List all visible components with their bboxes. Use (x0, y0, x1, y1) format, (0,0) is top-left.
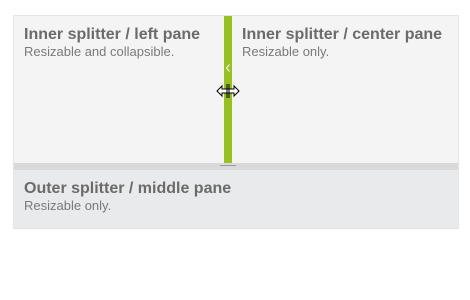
left-pane-title: Inner splitter / left pane (24, 26, 201, 43)
center-pane-title: Inner splitter / center pane (242, 26, 443, 43)
chevron-left-icon[interactable] (225, 64, 230, 72)
middle-pane-title: Outer splitter / middle pane (24, 180, 232, 197)
middle-pane: Outer splitter / middle pane Resizable o… (14, 170, 458, 228)
center-pane: Inner splitter / center pane Resizable o… (232, 16, 458, 163)
left-pane: Inner splitter / left pane Resizable and… (14, 16, 224, 163)
middle-pane-description: Resizable only. (24, 198, 112, 213)
outer-horizontal-splitbar[interactable] (14, 163, 458, 170)
splitbar-grip[interactable] (220, 165, 236, 166)
outer-splitter: Inner splitter / left pane Resizable and… (13, 15, 459, 229)
center-pane-description: Resizable only. (242, 44, 330, 59)
horizontal-resize-cursor-icon (216, 83, 240, 99)
left-pane-description: Resizable and collapsible. (24, 44, 175, 59)
inner-splitter: Inner splitter / left pane Resizable and… (14, 16, 458, 163)
